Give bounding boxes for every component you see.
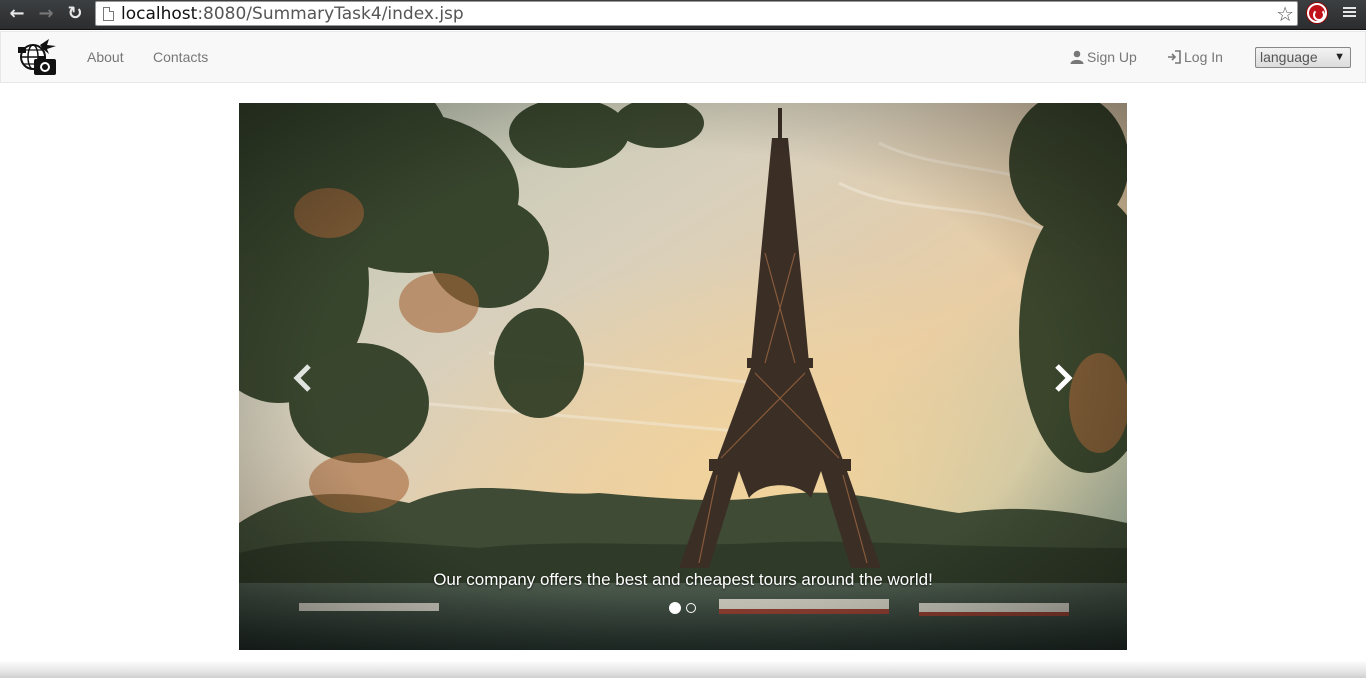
page-bottom-edge (0, 660, 1366, 678)
sign-up-label: Sign Up (1087, 49, 1137, 65)
nav-about-label: About (87, 49, 124, 65)
image-carousel: Our company offers the best and cheapest… (239, 103, 1127, 650)
nav-about-link[interactable]: About (87, 49, 124, 65)
page-icon (103, 7, 114, 21)
adblock-icon[interactable] (1307, 3, 1327, 23)
log-in-label: Log In (1184, 49, 1223, 65)
back-button[interactable]: ← (5, 3, 29, 25)
language-select[interactable]: language ▼ (1255, 47, 1351, 68)
user-icon (1070, 50, 1084, 64)
address-bar[interactable]: localhost:8080/SummaryTask4/index.jsp ☆ (95, 1, 1298, 26)
log-in-icon (1168, 50, 1181, 64)
select-caret-icon: ▼ (1334, 51, 1345, 63)
carousel-caption: Our company offers the best and cheapest… (433, 570, 933, 589)
url-host: localhost (121, 4, 198, 24)
browser-toolbar: ← → ↻ localhost:8080/SummaryTask4/index.… (0, 0, 1366, 30)
sign-up-link[interactable]: Sign Up (1070, 49, 1137, 65)
forward-button[interactable]: → (34, 3, 58, 25)
site-navbar: About Contacts Sign Up Log In language ▼ (0, 31, 1366, 83)
globe-camera-logo[interactable] (16, 39, 58, 77)
arrow-left-icon: ← (9, 3, 25, 24)
url-path: :8080/SummaryTask4/index.jsp (197, 4, 464, 24)
url-text[interactable]: localhost:8080/SummaryTask4/index.jsp (121, 4, 464, 24)
language-select-value: language (1260, 49, 1318, 65)
carousel-prev-button[interactable] (283, 358, 323, 398)
reload-button[interactable]: ↻ (63, 3, 87, 25)
eiffel-tower-slide-image (239, 103, 1127, 650)
star-icon[interactable]: ☆ (1276, 2, 1294, 26)
hamburger-menu-icon[interactable] (1343, 5, 1357, 19)
nav-contacts-label: Contacts (153, 49, 209, 65)
arrow-right-icon: → (38, 3, 54, 24)
nav-contacts-link[interactable]: Contacts (153, 49, 208, 65)
chevron-right-icon (1055, 364, 1073, 392)
reload-icon: ↻ (67, 3, 83, 24)
carousel-next-button[interactable] (1043, 358, 1083, 398)
carousel-indicator-1[interactable] (669, 602, 681, 614)
chevron-left-icon (293, 364, 311, 392)
carousel-indicator-2[interactable] (686, 603, 696, 613)
log-in-link[interactable]: Log In (1167, 49, 1223, 65)
